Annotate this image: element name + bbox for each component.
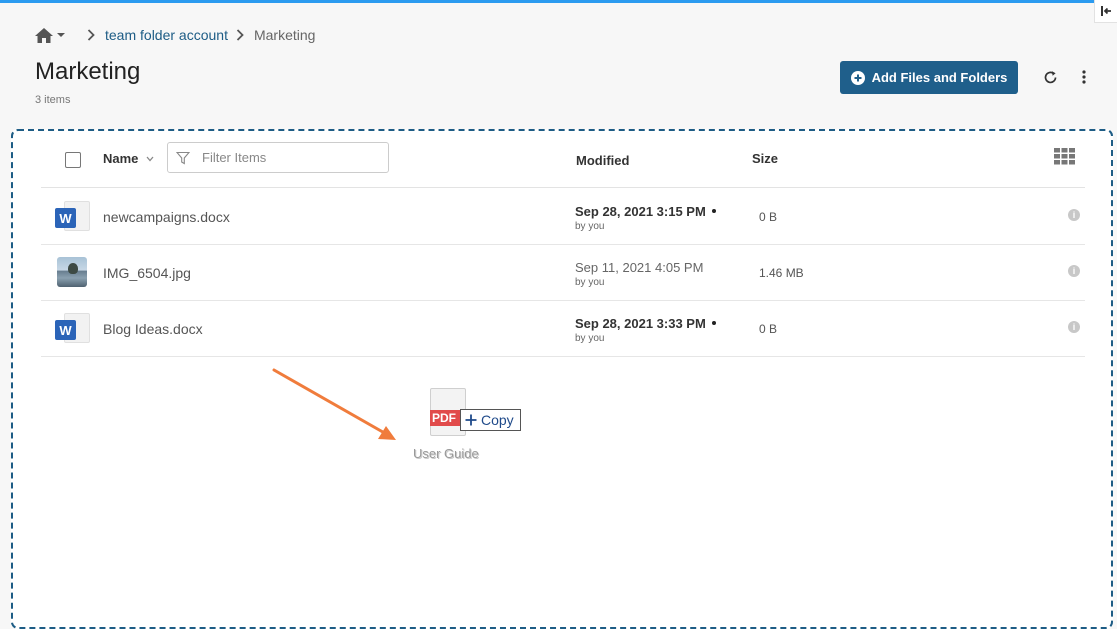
size-column-header[interactable]: Size (752, 151, 778, 166)
home-icon (35, 27, 53, 43)
modified-by: by you (575, 221, 605, 232)
grid-icon (1054, 148, 1075, 165)
chevron-right-icon (236, 29, 244, 41)
copy-tooltip: Copy (460, 409, 521, 431)
info-icon[interactable]: i (1068, 209, 1080, 221)
top-accent-bar (0, 0, 1117, 3)
dragged-file[interactable]: PDF Copy User Guide (413, 388, 533, 468)
unread-dot-icon (711, 208, 716, 213)
copy-label: Copy (481, 412, 514, 428)
item-count: 3 items (35, 94, 71, 106)
more-options-button[interactable] (1075, 67, 1093, 87)
word-document-icon: W (55, 201, 91, 233)
plus-icon (465, 414, 477, 426)
file-size: 0 B (759, 210, 778, 224)
file-name[interactable]: newcampaigns.docx (103, 209, 230, 225)
file-name[interactable]: Blog Ideas.docx (103, 321, 203, 337)
modified-column-header[interactable]: Modified (576, 153, 629, 168)
plus-circle-icon (850, 70, 865, 85)
modified-date: Sep 11, 2021 4:05 PM (575, 260, 704, 275)
refresh-icon (1044, 70, 1056, 83)
name-column-header: Name (103, 151, 139, 166)
chevron-down-icon (146, 156, 154, 161)
collapse-panel-button[interactable] (1094, 0, 1117, 23)
dragged-file-label: User Guide (413, 446, 479, 461)
file-size: 0 B (759, 322, 778, 336)
file-drop-zone[interactable]: Name Filter Items Modified Size W newcam… (11, 129, 1113, 629)
add-files-label: Add Files and Folders (871, 70, 1008, 85)
more-vertical-icon (1082, 70, 1086, 84)
chevron-right-icon (87, 29, 95, 41)
refresh-button[interactable] (1040, 67, 1060, 87)
info-icon[interactable]: i (1068, 321, 1080, 333)
breadcrumb: team folder account Marketing (34, 24, 315, 46)
annotation-arrow-icon (272, 368, 396, 440)
collapse-left-icon (1101, 6, 1111, 16)
file-size: 1.46 MB (759, 266, 804, 280)
page-title: Marketing (35, 58, 141, 85)
breadcrumb-link-team-folder[interactable]: team folder account (105, 27, 228, 43)
table-row[interactable]: W Blog Ideas.docx Sep 28, 2021 3:33 PM b… (41, 300, 1085, 357)
table-row[interactable]: W newcampaigns.docx Sep 28, 2021 3:15 PM… (41, 188, 1085, 245)
grid-view-toggle[interactable] (1054, 148, 1075, 170)
filter-placeholder: Filter Items (202, 150, 267, 165)
file-name[interactable]: IMG_6504.jpg (103, 265, 191, 281)
info-icon[interactable]: i (1068, 265, 1080, 277)
caret-down-icon (57, 33, 65, 37)
sort-by-name[interactable]: Name (103, 151, 154, 166)
image-thumbnail (55, 257, 91, 289)
home-menu[interactable] (34, 27, 65, 44)
modified-date: Sep 28, 2021 3:33 PM (575, 316, 716, 331)
select-all-checkbox[interactable] (65, 152, 81, 168)
table-row[interactable]: IMG_6504.jpg Sep 11, 2021 4:05 PM by you… (41, 244, 1085, 301)
modified-date: Sep 28, 2021 3:15 PM (575, 204, 716, 219)
modified-by: by you (575, 333, 605, 344)
table-header: Name Filter Items Modified Size (13, 131, 1111, 189)
breadcrumb-current: Marketing (253, 27, 316, 43)
filter-items-input[interactable]: Filter Items (167, 142, 389, 173)
modified-by: by you (575, 277, 605, 288)
filter-icon (176, 151, 190, 164)
unread-dot-icon (711, 320, 716, 325)
word-document-icon: W (55, 313, 91, 345)
add-files-and-folders-button[interactable]: Add Files and Folders (840, 61, 1018, 94)
